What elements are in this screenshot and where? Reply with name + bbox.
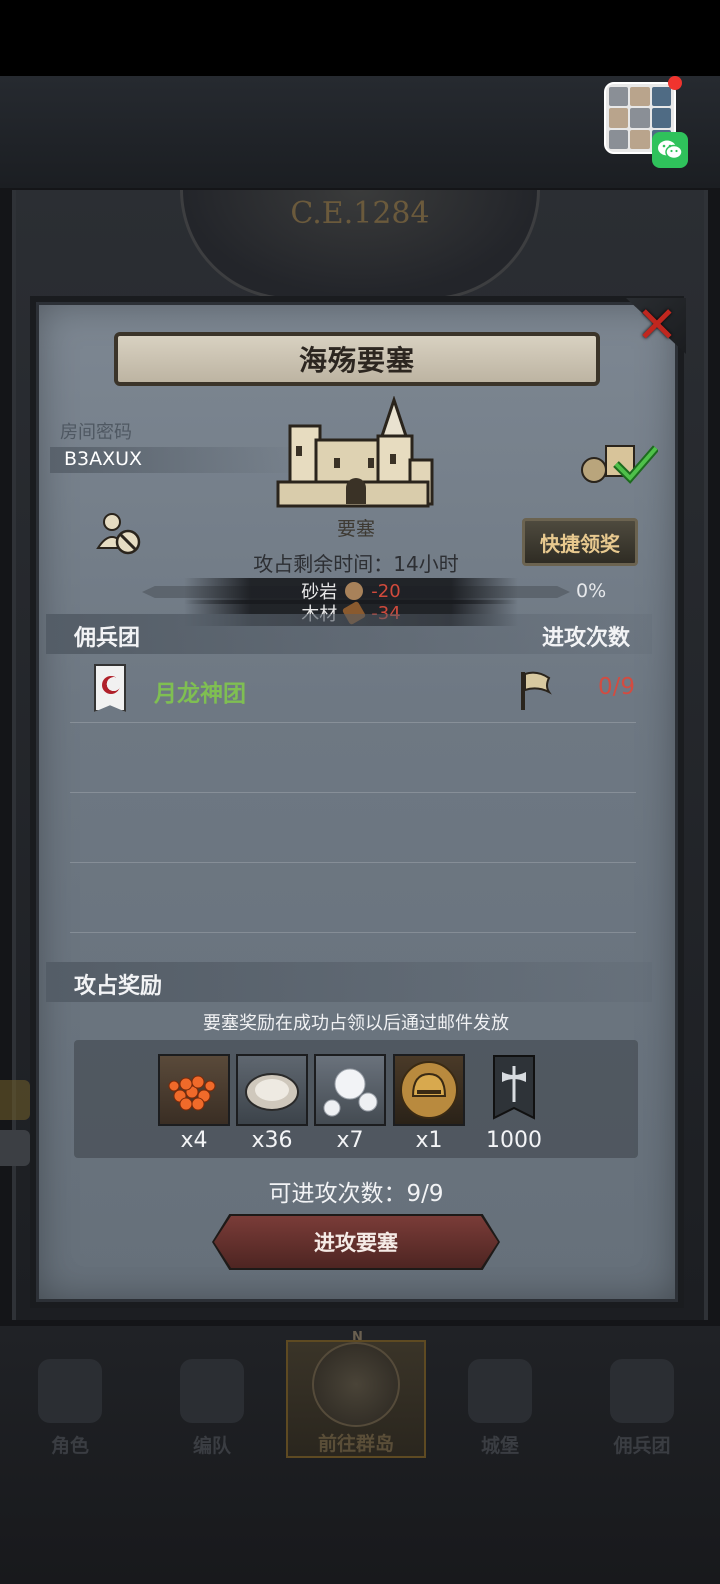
wechat-icon[interactable] [652, 132, 688, 168]
attack-count-header: 进攻次数 [542, 626, 631, 651]
nav-label: 佣兵团 [613, 1435, 671, 1457]
era-label: C.E.1284 [290, 196, 430, 231]
guild-name[interactable]: 月龙神团 [154, 674, 246, 708]
close-x-icon[interactable]: ✕ [632, 300, 682, 350]
knight-helmet-icon[interactable] [393, 1054, 465, 1126]
occupation-progress-label: 0% [576, 580, 607, 602]
divider [70, 862, 636, 863]
side-tab[interactable] [0, 1130, 30, 1166]
helmet-icon [180, 1359, 244, 1423]
nav-label: 角色 [50, 1435, 89, 1457]
fortress-icon [276, 396, 434, 508]
guild-banner-icon [94, 664, 126, 712]
nav-item-islands[interactable]: 前往群岛 [286, 1340, 426, 1458]
castle-icon [468, 1359, 532, 1423]
room-code: B3AXUX [64, 448, 143, 470]
reward-quantity: x4 [180, 1128, 208, 1153]
notification-dot [668, 76, 682, 90]
mercenary-section-title: 佣兵团 [74, 626, 141, 651]
rewards-note: 要塞奖励在成功占领以后通过邮件发放 [203, 1013, 509, 1034]
oyster-icon[interactable] [236, 1054, 308, 1126]
nav-label: 编队 [192, 1435, 231, 1457]
room-password-label: 房间密码 [60, 422, 132, 443]
ship-icon [610, 1359, 674, 1423]
dialog-title: 海殇要塞 [298, 344, 415, 377]
attacks-available: 可进攻次数：9/9 [268, 1181, 444, 1207]
fish-roe-icon[interactable] [158, 1054, 230, 1126]
collected-rewards-icon[interactable] [580, 438, 658, 484]
guild-attack-count: 0/9 [598, 674, 636, 700]
rewards-section-title: 攻占奖励 [74, 974, 163, 999]
divider [70, 932, 636, 933]
knight-icon [38, 1359, 102, 1423]
nav-label: 城堡 [480, 1435, 519, 1457]
attack-fortress-button[interactable]: 进攻要塞 [214, 1216, 498, 1268]
reward-quantity: 1000 [486, 1128, 542, 1153]
side-tab[interactable] [0, 1080, 30, 1120]
reward-quantity: x1 [415, 1128, 443, 1153]
nav-item-formation[interactable]: 编队 [142, 1340, 282, 1458]
pearl-icon[interactable] [314, 1054, 386, 1126]
flag-icon [521, 671, 552, 710]
nav-item-character[interactable]: 角色 [0, 1340, 140, 1458]
remaining-time: 攻占剩余时间：14小时 [253, 552, 459, 576]
resource-value: -20 [371, 580, 401, 602]
divider [70, 722, 636, 723]
nav-item-mercenary[interactable]: 佣兵团 [572, 1340, 712, 1458]
compass-icon [312, 1342, 400, 1427]
nav-label: 前往群岛 [317, 1433, 394, 1455]
status-bar [0, 0, 720, 76]
reward-quantity: x7 [336, 1128, 364, 1153]
divider [70, 792, 636, 793]
nav-item-castle[interactable]: 城堡 [430, 1340, 570, 1458]
sandstone-icon [345, 582, 364, 600]
dialog-title-plate: 海殇要塞 [114, 332, 600, 386]
reward-quantity: x36 [251, 1128, 293, 1153]
guild-banner-axe-icon[interactable] [478, 1054, 550, 1126]
